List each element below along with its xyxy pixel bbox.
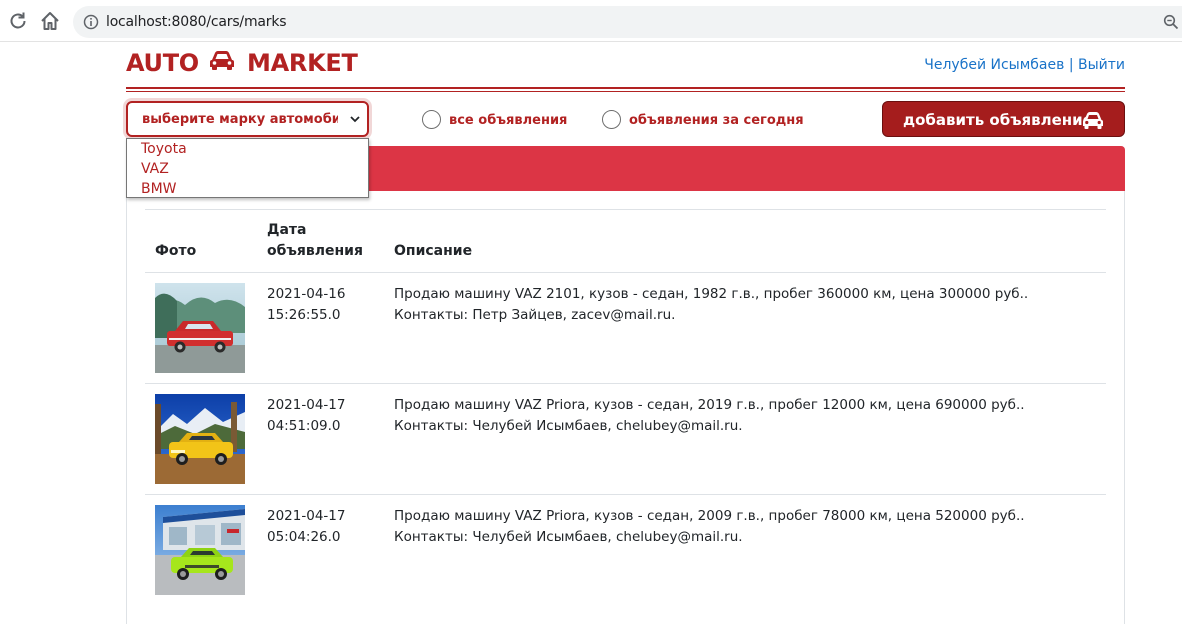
address-bar[interactable]: localhost:8080/cars/marks: [73, 6, 1182, 38]
car-icon: [209, 51, 234, 70]
browser-toolbar: localhost:8080/cars/marks: [0, 0, 1182, 42]
car-photo[interactable]: [155, 283, 245, 373]
info-icon[interactable]: [83, 14, 99, 30]
reload-icon[interactable]: [7, 10, 29, 32]
ad-date-day: 2021-04-17: [267, 397, 346, 413]
column-header-date: Дата объявления: [267, 222, 363, 259]
table-row: 2021-04-16 15:26:55.0 Продаю машину VAZ …: [145, 273, 1106, 384]
column-header-description: Описание: [394, 243, 473, 259]
user-name-link[interactable]: Челубей Исымбаев: [924, 57, 1064, 73]
ad-date-time: 15:26:55.0: [267, 307, 341, 323]
car-photo[interactable]: [155, 505, 245, 595]
radio-button-all[interactable]: [422, 110, 441, 129]
user-links: Челубей Исымбаев | Выйти: [924, 57, 1125, 73]
column-header-photo: Фото: [155, 243, 197, 259]
brand-select-value: выберите марку автомобиля: [142, 112, 338, 127]
table-top-divider: [145, 209, 1106, 210]
url-text: localhost:8080/cars/marks: [106, 14, 287, 30]
brand-text-right: MARKET: [247, 49, 358, 77]
add-ad-button-label: добавить объявление: [903, 111, 1093, 129]
header-divider-thin: [126, 91, 1125, 92]
chevron-down-icon: [350, 116, 360, 123]
ad-date-time: 04:51:09.0: [267, 418, 341, 434]
table-row: 2021-04-17 04:51:09.0 Продаю машину VAZ …: [145, 384, 1106, 495]
ad-description: Продаю машину VAZ Priora, кузов - седан,…: [394, 508, 1025, 545]
ad-description: Продаю машину VAZ 2101, кузов - седан, 1…: [394, 286, 1029, 323]
ad-date-time: 05:04:26.0: [267, 529, 341, 545]
radio-button-today[interactable]: [602, 110, 621, 129]
ad-description: Продаю машину VAZ Priora, кузов - седан,…: [394, 397, 1025, 434]
site-logo[interactable]: AUTO MARKET: [126, 48, 358, 77]
home-icon[interactable]: [39, 10, 61, 32]
car-icon: [1083, 112, 1103, 129]
logout-link[interactable]: Выйти: [1078, 57, 1125, 73]
zoom-icon[interactable]: [1163, 14, 1179, 30]
ad-date: 2021-04-17 04:51:09.0: [267, 395, 377, 437]
brand-option-vaz[interactable]: VAZ: [127, 159, 368, 179]
add-ad-button[interactable]: добавить объявление: [882, 101, 1125, 137]
brand-select[interactable]: выберите марку автомобиля: [126, 101, 369, 137]
brand-text-left: AUTO: [126, 49, 199, 77]
ad-date-day: 2021-04-17: [267, 508, 346, 524]
radio-all-label[interactable]: все объявления: [449, 113, 567, 128]
brand-option-toyota[interactable]: Toyota: [127, 139, 368, 159]
ad-date-day: 2021-04-16: [267, 286, 346, 302]
table-row: 2021-04-17 05:04:26.0 Продаю машину VAZ …: [145, 495, 1106, 606]
brand-option-bmw[interactable]: BMW: [127, 179, 368, 199]
car-photo[interactable]: [155, 394, 245, 484]
brand-dropdown-list: Toyota VAZ BMW: [126, 138, 369, 198]
ad-date: 2021-04-17 05:04:26.0: [267, 506, 377, 548]
header-divider: [126, 87, 1125, 89]
link-separator: |: [1068, 57, 1074, 73]
radio-today-label[interactable]: объявления за сегодня: [629, 113, 804, 128]
ad-date: 2021-04-16 15:26:55.0: [267, 284, 377, 326]
